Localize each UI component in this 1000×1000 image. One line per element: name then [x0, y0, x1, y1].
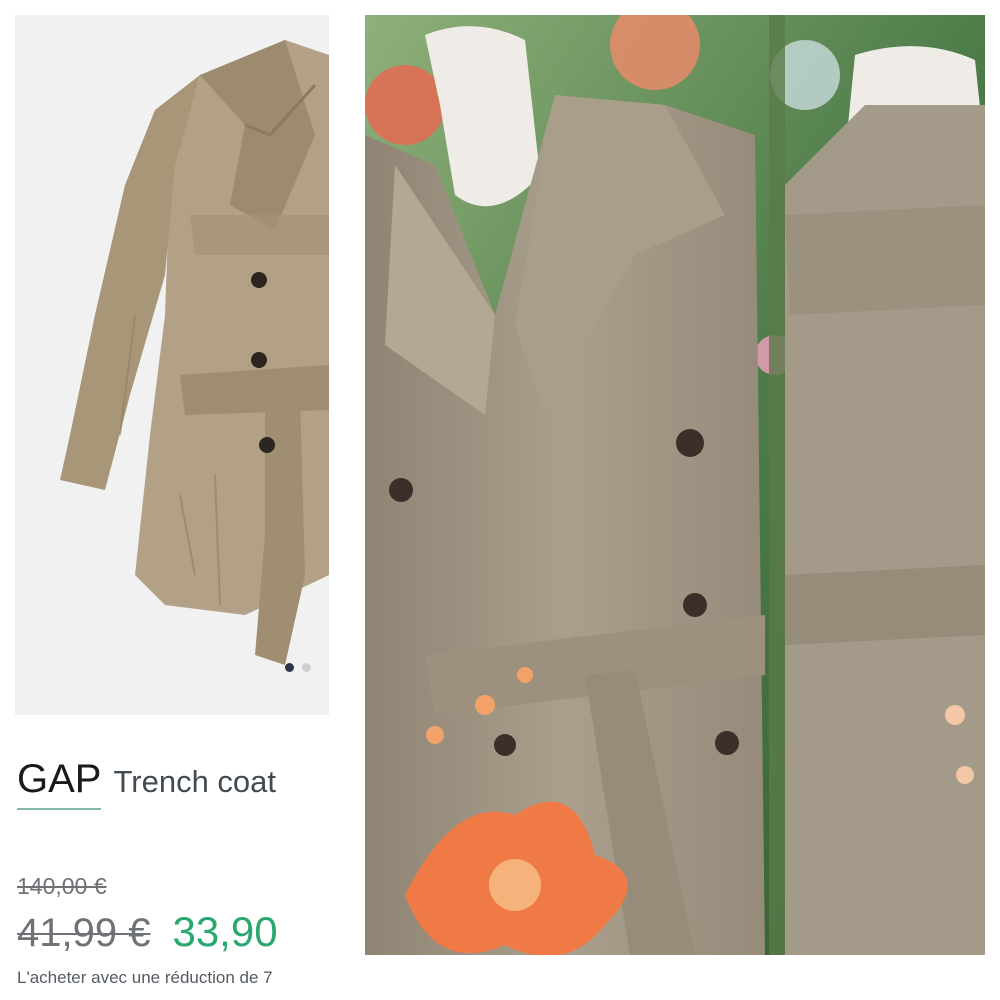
brand-name[interactable]: GAP [17, 757, 102, 810]
mannequin-coat-image [365, 15, 985, 955]
trench-coat-image [15, 15, 329, 715]
product-photo[interactable] [15, 15, 329, 715]
previous-price: 41,99 € [17, 911, 151, 955]
carousel-dots[interactable] [285, 663, 311, 672]
carousel-dot-icon[interactable] [285, 663, 294, 672]
product-listing: GAP Trench coat 140,00 € 41,99 € 33,90 L… [15, 15, 329, 985]
product-type: Trench coat [113, 764, 277, 799]
price-row: 41,99 € 33,90 [17, 908, 278, 956]
carousel-dot-icon[interactable] [302, 663, 311, 672]
original-retail-price: 140,00 € [17, 873, 107, 899]
current-price: 33,90 [172, 908, 278, 955]
mannequin-photo [365, 15, 985, 955]
product-title: GAP Trench coat [17, 757, 277, 810]
discount-text[interactable]: L'acheter avec une réduction de 7 [17, 968, 273, 985]
